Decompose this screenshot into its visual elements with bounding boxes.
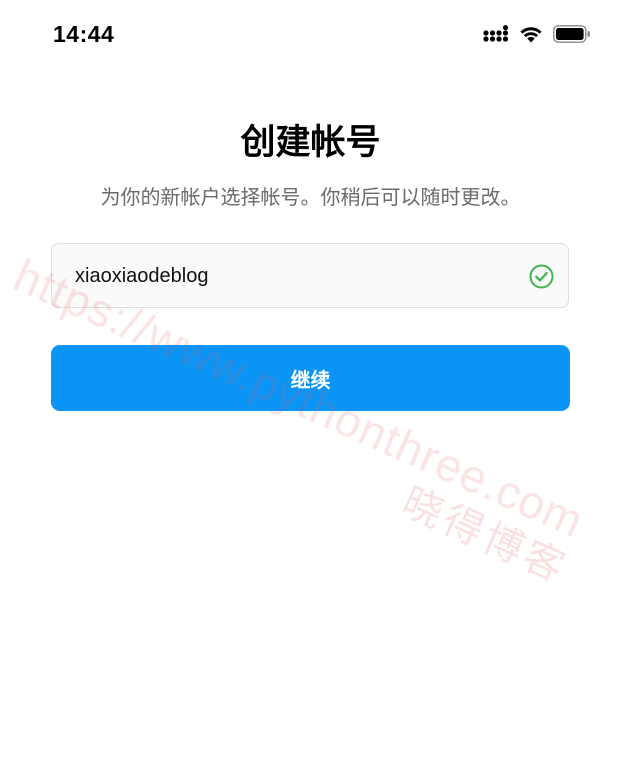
username-field[interactable] [51,243,569,309]
battery-icon [553,25,591,43]
continue-button[interactable]: 继续 [51,345,570,411]
username-input[interactable] [75,244,495,309]
page-subtitle: 为你的新帐户选择帐号。你稍后可以随时更改。 [100,187,521,209]
check-circle-icon [529,264,554,289]
status-time: 14:44 [53,21,115,47]
cellular-signal-icon [483,25,509,43]
page-title: 创建帐号 [240,123,381,162]
status-bar: 14:44 [0,0,621,66]
create-account-screen: 14:44 创建帐号 为你的新帐户选择帐号。你稍后可以随时更改。 xiaoxia… [0,0,621,780]
wifi-icon [519,25,543,43]
watermark-text: 晓得博客 [395,480,575,592]
status-icons [483,24,591,44]
